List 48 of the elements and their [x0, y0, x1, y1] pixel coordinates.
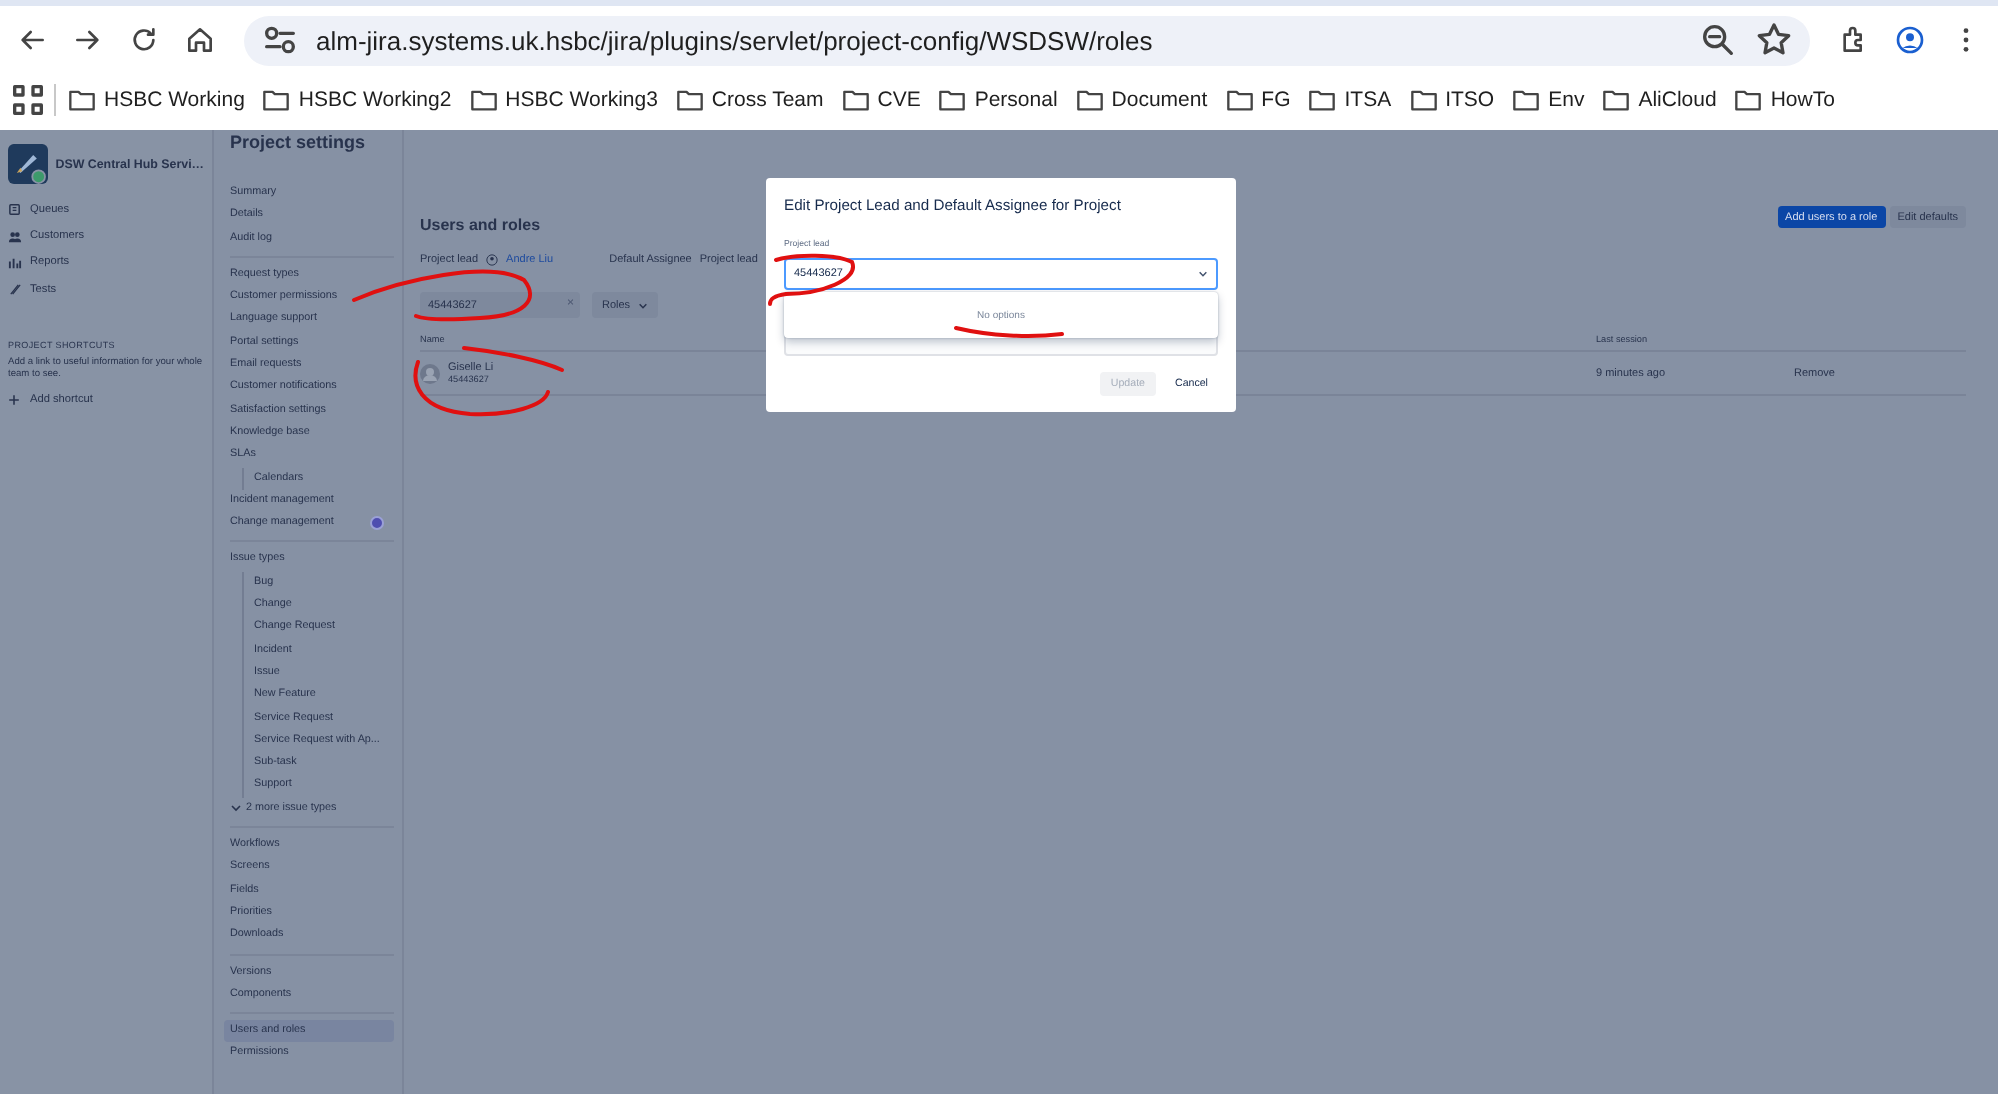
- folder-icon: [68, 88, 96, 112]
- chevron-down-icon: [1198, 270, 1208, 278]
- star-icon[interactable]: [1754, 20, 1794, 60]
- pen-stroke: [768, 253, 856, 306]
- section-title: Users and roles: [420, 216, 541, 234]
- bookmark-folder[interactable]: CVE: [835, 88, 927, 112]
- bookmark-folder[interactable]: Env: [1506, 88, 1591, 112]
- folder-icon: [1308, 88, 1337, 112]
- zoom-icon[interactable]: [1698, 20, 1738, 60]
- bookmark-folder[interactable]: HSBC Working: [62, 88, 251, 112]
- reload-icon[interactable]: [128, 24, 160, 56]
- bar-chart-icon: [8, 255, 22, 270]
- folder-icon: [841, 88, 870, 112]
- bookmark-folder[interactable]: FG: [1219, 88, 1297, 112]
- bookmark-folder[interactable]: Personal: [932, 88, 1064, 112]
- folder-icon: [1075, 88, 1104, 112]
- plus-icon: [8, 393, 20, 405]
- home-icon[interactable]: [184, 24, 216, 56]
- bookmark-folder[interactable]: ITSO: [1403, 88, 1501, 112]
- avatar-icon: [420, 363, 440, 383]
- bookmark-folder[interactable]: HowTo: [1728, 88, 1841, 112]
- bookmark-folder[interactable]: ITSA: [1302, 88, 1398, 112]
- people-icon: [8, 229, 22, 244]
- bookmark-folder[interactable]: HSBC Working2: [256, 88, 458, 112]
- folder-icon: [262, 88, 291, 112]
- chevron-down-icon: [638, 301, 649, 309]
- folder-icon: [469, 88, 498, 112]
- folder-icon: [1512, 88, 1541, 112]
- folder-icon: [1734, 88, 1763, 112]
- page-heading: Project settings: [230, 132, 368, 152]
- apps-grid-icon[interactable]: [8, 80, 48, 120]
- folder-icon: [1225, 88, 1254, 112]
- folder-icon: [675, 88, 704, 112]
- address-bar[interactable]: alm-jira.systems.uk.hsbc/jira/plugins/servlet/project-config/WSDSW/roles: [244, 15, 1810, 65]
- folder-icon: [1409, 88, 1438, 112]
- pen-stroke: [954, 326, 1064, 338]
- queue-icon: [8, 202, 22, 217]
- bookmark-folder[interactable]: HSBC Working3: [463, 88, 664, 112]
- bookmark-folder[interactable]: AliCloud: [1596, 88, 1723, 112]
- profile-icon[interactable]: [1894, 24, 1926, 56]
- chevron-down-icon: [230, 802, 242, 815]
- folder-icon: [1602, 88, 1631, 112]
- status-dot-icon: [370, 516, 384, 531]
- bookmark-folder[interactable]: Document: [1069, 88, 1214, 112]
- bookmark-folder[interactable]: Cross Team: [669, 88, 830, 112]
- folder-icon: [938, 88, 967, 112]
- avatar-icon: [486, 254, 499, 266]
- url-text: alm-jira.systems.uk.hsbc/jira/plugins/servlet/project-config/WSDSW/roles: [316, 25, 1155, 55]
